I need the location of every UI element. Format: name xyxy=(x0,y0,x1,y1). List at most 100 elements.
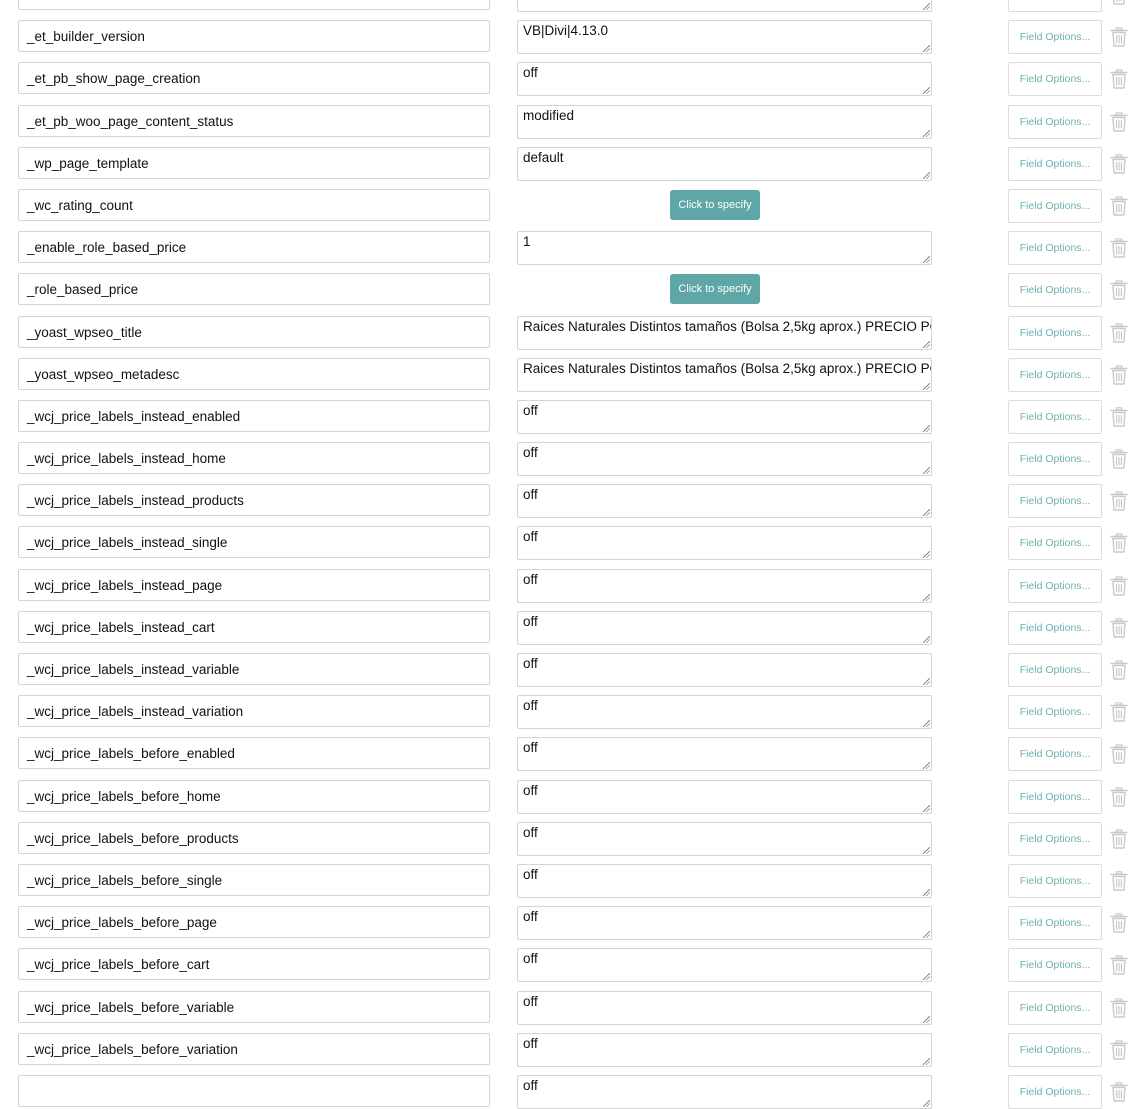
trash-icon[interactable] xyxy=(1110,69,1128,89)
trash-icon[interactable] xyxy=(1110,787,1128,807)
field-key-input[interactable] xyxy=(18,0,490,10)
resize-handle-icon[interactable] xyxy=(923,1058,930,1065)
resize-handle-icon[interactable] xyxy=(923,847,930,854)
field-value-textarea[interactable]: off xyxy=(517,611,932,645)
resize-handle-icon[interactable] xyxy=(923,889,930,896)
trash-icon[interactable] xyxy=(1110,576,1128,596)
resize-handle-icon[interactable] xyxy=(923,762,930,769)
resize-handle-icon[interactable] xyxy=(923,341,930,348)
field-key-input[interactable]: _wp_page_template xyxy=(18,147,490,179)
resize-handle-icon[interactable] xyxy=(923,3,930,10)
trash-icon[interactable] xyxy=(1110,280,1128,300)
field-value-textarea[interactable]: off xyxy=(517,948,932,982)
field-key-input[interactable]: _wcj_price_labels_before_enabled xyxy=(18,737,490,769)
field-key-input[interactable]: _wcj_price_labels_before_variation xyxy=(18,1033,490,1065)
resize-handle-icon[interactable] xyxy=(923,551,930,558)
field-key-input[interactable]: _role_based_price xyxy=(18,273,490,305)
field-value-textarea[interactable]: off xyxy=(517,780,932,814)
resize-handle-icon[interactable] xyxy=(923,172,930,179)
field-key-input[interactable]: _wcj_price_labels_instead_enabled xyxy=(18,400,490,432)
field-options-button[interactable]: Field Options... xyxy=(1008,400,1102,434)
field-options-button[interactable]: Field Options... xyxy=(1008,948,1102,982)
field-options-button[interactable]: Field Options... xyxy=(1008,316,1102,350)
trash-icon[interactable] xyxy=(1110,112,1128,132)
resize-handle-icon[interactable] xyxy=(923,425,930,432)
trash-icon[interactable] xyxy=(1110,955,1128,975)
trash-icon[interactable] xyxy=(1110,491,1128,511)
field-value-textarea[interactable]: off xyxy=(517,400,932,434)
field-options-button[interactable]: Field Options... xyxy=(1008,991,1102,1025)
resize-handle-icon[interactable] xyxy=(923,130,930,137)
trash-icon[interactable] xyxy=(1110,196,1128,216)
trash-icon[interactable] xyxy=(1110,27,1128,47)
field-options-button[interactable]: Field Options... xyxy=(1008,611,1102,645)
field-value-textarea[interactable]: off xyxy=(517,442,932,476)
field-options-button[interactable]: Field Options... xyxy=(1008,189,1102,223)
field-key-input[interactable]: _enable_role_based_price xyxy=(18,231,490,263)
field-key-input[interactable]: _wcj_price_labels_before_products xyxy=(18,822,490,854)
field-options-button[interactable]: Field Options... xyxy=(1008,569,1102,603)
trash-icon[interactable] xyxy=(1110,660,1128,680)
field-key-input[interactable]: _yoast_wpseo_title xyxy=(18,316,490,348)
field-options-button[interactable]: Field Options... xyxy=(1008,780,1102,814)
resize-handle-icon[interactable] xyxy=(923,383,930,390)
field-value-textarea[interactable]: off xyxy=(517,822,932,856)
field-options-button[interactable]: Field Options... xyxy=(1008,526,1102,560)
resize-handle-icon[interactable] xyxy=(923,720,930,727)
field-key-input[interactable]: _wcj_price_labels_before_cart xyxy=(18,948,490,980)
field-options-button[interactable]: Field Options... xyxy=(1008,864,1102,898)
field-key-input[interactable]: _wcj_price_labels_before_page xyxy=(18,906,490,938)
resize-handle-icon[interactable] xyxy=(923,805,930,812)
field-key-input[interactable]: _et_pb_show_page_creation xyxy=(18,62,490,94)
field-key-input[interactable]: _wcj_price_labels_instead_variable xyxy=(18,653,490,685)
resize-handle-icon[interactable] xyxy=(923,1016,930,1023)
field-key-input[interactable]: _et_pb_woo_page_content_status xyxy=(18,105,490,137)
trash-icon[interactable] xyxy=(1110,998,1128,1018)
resize-handle-icon[interactable] xyxy=(923,636,930,643)
trash-icon[interactable] xyxy=(1110,1082,1128,1102)
field-value-textarea[interactable]: off xyxy=(517,62,932,96)
field-value-textarea[interactable]: Raices Naturales Distintos tamaños (Bols… xyxy=(517,316,932,350)
field-value-textarea[interactable]: off xyxy=(517,484,932,518)
field-key-input[interactable]: _wcj_price_labels_before_home xyxy=(18,780,490,812)
field-options-button[interactable]: Field Options... xyxy=(1008,442,1102,476)
field-value-textarea[interactable]: off xyxy=(517,526,932,560)
field-value-textarea[interactable]: off xyxy=(517,864,932,898)
resize-handle-icon[interactable] xyxy=(923,87,930,94)
trash-icon[interactable] xyxy=(1110,365,1128,385)
resize-handle-icon[interactable] xyxy=(923,973,930,980)
trash-icon[interactable] xyxy=(1110,618,1128,638)
field-options-button[interactable]: Field Options... xyxy=(1008,273,1102,307)
trash-icon[interactable] xyxy=(1110,238,1128,258)
field-value-textarea[interactable]: modified xyxy=(517,105,932,139)
resize-handle-icon[interactable] xyxy=(923,45,930,52)
trash-icon[interactable] xyxy=(1110,1040,1128,1060)
field-options-button[interactable]: Field Options... xyxy=(1008,147,1102,181)
field-options-button[interactable]: Field Options... xyxy=(1008,484,1102,518)
field-options-button[interactable]: Field Options... xyxy=(1008,105,1102,139)
field-options-button[interactable]: Field Options... xyxy=(1008,906,1102,940)
field-options-button[interactable]: Field Options... xyxy=(1008,20,1102,54)
trash-icon[interactable] xyxy=(1110,154,1128,174)
field-key-input[interactable]: _wcj_price_labels_instead_home xyxy=(18,442,490,474)
field-value-textarea[interactable]: Raices Naturales Distintos tamaños (Bols… xyxy=(517,358,932,392)
field-key-input[interactable]: _wcj_price_labels_instead_page xyxy=(18,569,490,601)
trash-icon[interactable] xyxy=(1110,407,1128,427)
click-to-specify-button[interactable]: Click to specify xyxy=(670,274,760,304)
field-value-textarea[interactable]: VB|Divi|4.13.0 xyxy=(517,20,932,54)
field-value-textarea[interactable]: default xyxy=(517,147,932,181)
field-options-button[interactable]: Field Options... xyxy=(1008,737,1102,771)
field-key-input[interactable]: _wcj_price_labels_instead_single xyxy=(18,526,490,558)
trash-icon[interactable] xyxy=(1110,913,1128,933)
field-options-button[interactable]: Field Options... xyxy=(1008,231,1102,265)
trash-icon[interactable] xyxy=(1110,829,1128,849)
field-key-input[interactable]: _wcj_price_labels_before_variable xyxy=(18,991,490,1023)
resize-handle-icon[interactable] xyxy=(923,1100,930,1107)
resize-handle-icon[interactable] xyxy=(923,678,930,685)
field-key-input[interactable]: _et_builder_version xyxy=(18,20,490,52)
field-options-button[interactable]: Field Options... xyxy=(1008,822,1102,856)
field-value-textarea[interactable]: off xyxy=(517,653,932,687)
field-options-button[interactable]: Field Options... xyxy=(1008,358,1102,392)
resize-handle-icon[interactable] xyxy=(923,509,930,516)
field-value-textarea[interactable]: off xyxy=(517,906,932,940)
